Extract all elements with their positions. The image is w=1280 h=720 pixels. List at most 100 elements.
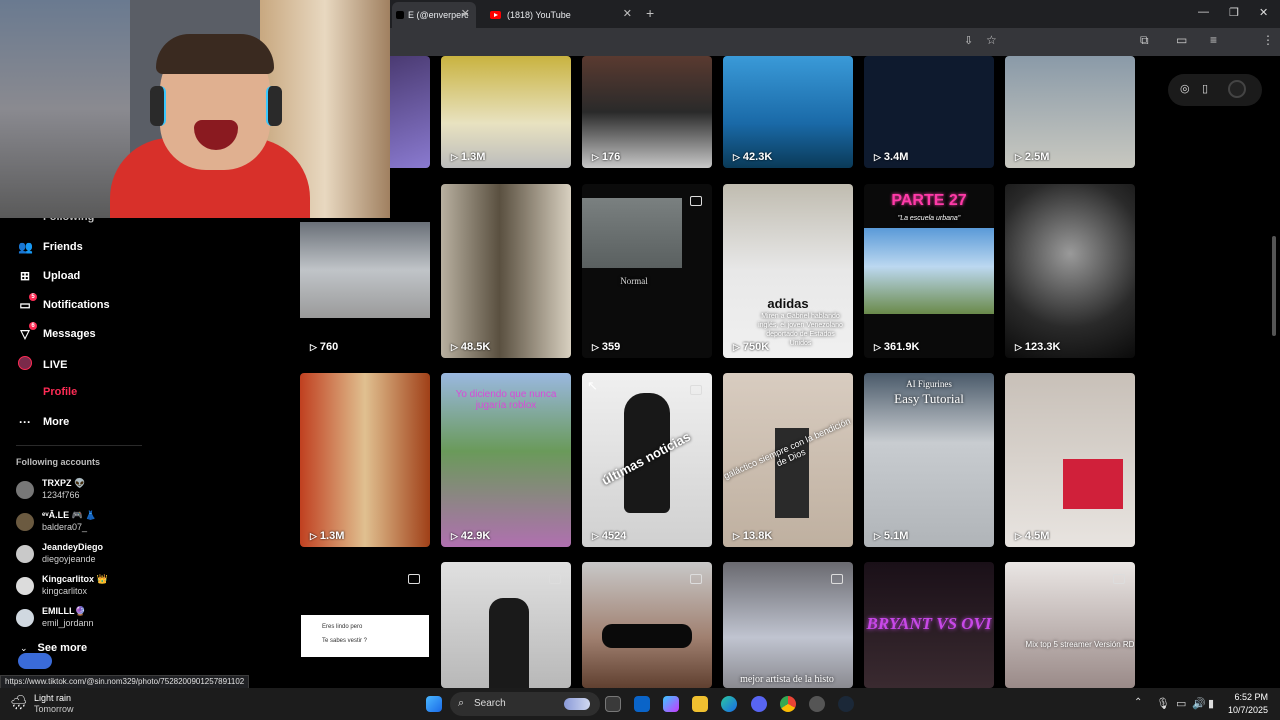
video-card[interactable]: mejor artista de la histo xyxy=(723,562,853,688)
new-tab-button[interactable]: + xyxy=(646,5,654,21)
minimize-button[interactable]: — xyxy=(1198,6,1209,18)
side-panel-icon[interactable]: ▭ xyxy=(1176,33,1187,47)
play-icon: ▷ xyxy=(1015,342,1022,352)
link-status-url: https://www.tiktok.com/@sin.nom329/photo… xyxy=(0,675,250,688)
discord-icon[interactable] xyxy=(751,696,767,712)
video-card[interactable]: Yo diciendo que nunca jugaría roblox ▷ 42… xyxy=(441,373,571,547)
view-count: ▷ 42.9K xyxy=(451,530,490,542)
video-card[interactable]: PARTE 27 "La escuela urbana" ▷ 361.9K xyxy=(864,184,994,358)
sidebar-item-live[interactable]: LIVE xyxy=(18,356,67,373)
taskbar-search[interactable]: ⌕ Search xyxy=(450,692,600,716)
clock-time[interactable]: 6:52 PM xyxy=(1226,692,1268,702)
video-card[interactable]: galáctico siempre con la bendición de Di… xyxy=(723,373,853,547)
maximize-button[interactable]: ❐ xyxy=(1229,6,1239,19)
steam-icon[interactable] xyxy=(838,696,854,712)
task-view-icon[interactable] xyxy=(605,696,621,712)
view-count-value: 4524 xyxy=(601,530,627,542)
close-window-button[interactable]: ✕ xyxy=(1259,6,1268,19)
microphone-icon[interactable]: 🎙 xyxy=(1156,697,1170,710)
chevron-up-icon[interactable]: ⌃ xyxy=(1134,697,1142,708)
floating-controls[interactable]: ◎ ▯ xyxy=(1168,74,1262,106)
outlook-icon[interactable] xyxy=(634,696,650,712)
video-caption: Normal xyxy=(620,276,648,286)
video-card[interactable] xyxy=(441,562,571,688)
video-caption: Mix top 5 streamer Versión RD xyxy=(1025,640,1135,649)
phone-icon[interactable]: ▯ xyxy=(1202,82,1208,95)
browser-menu-icon[interactable]: ⋮ xyxy=(1262,33,1274,47)
video-thumbnail xyxy=(300,222,430,318)
clock-date[interactable]: 10/7/2025 xyxy=(1222,705,1268,715)
volume-icon[interactable]: 🔊 xyxy=(1192,697,1206,710)
video-card[interactable]: ▷ 176 xyxy=(582,56,712,168)
sidebar-item-profile[interactable]: Profile xyxy=(18,386,77,398)
video-subtitle: Te sabes vestir ? xyxy=(322,638,368,644)
play-icon: ▷ xyxy=(1015,531,1022,541)
tab-label: E (@enverperoz xyxy=(408,10,468,20)
app-icon[interactable] xyxy=(809,696,825,712)
video-card[interactable] xyxy=(582,562,712,688)
view-count-value: 2.5M xyxy=(1024,151,1050,163)
sidebar-item-more[interactable]: ··· More xyxy=(18,415,69,429)
video-card[interactable]: ▷ 1.3M xyxy=(300,373,430,547)
webcam-overlay xyxy=(0,0,390,218)
bookmark-star-icon[interactable]: ☆ xyxy=(986,33,997,47)
sidebar-item-notifications[interactable]: ▭ 5 Notifications xyxy=(18,293,110,312)
video-card[interactable]: Normal ▷ 359 xyxy=(582,184,712,358)
weather-condition[interactable]: Light rain xyxy=(34,693,71,703)
view-count: ▷ 361.9K xyxy=(874,341,919,353)
video-card[interactable]: ▷ 123.3K xyxy=(1005,184,1135,358)
tab-tiktok[interactable]: E (@enverperoz ✕ xyxy=(392,2,476,28)
view-count-value: 42.9K xyxy=(460,530,491,542)
video-card[interactable]: ▷ 48.5K xyxy=(441,184,571,358)
view-count-value: 42.3K xyxy=(742,151,773,163)
video-card[interactable]: adidas Miren a Gabriel hablando inglés, … xyxy=(723,184,853,358)
sidebar-item-friends[interactable]: 👥 Friends xyxy=(18,240,83,254)
video-card[interactable]: Eres lindo pero Te sabes vestir ? xyxy=(300,562,430,688)
view-count-value: 4.5M xyxy=(1024,530,1050,542)
record-icon[interactable] xyxy=(1228,80,1246,98)
messages-badge: 6 xyxy=(29,322,37,330)
file-explorer-icon[interactable] xyxy=(692,696,708,712)
page-scrollbar[interactable] xyxy=(1272,236,1276,336)
close-tab-icon[interactable]: ✕ xyxy=(623,7,632,20)
account-name: JeandeyDiego xyxy=(42,542,104,552)
play-icon: ▷ xyxy=(310,342,317,352)
account-handle: diegoyjeande xyxy=(42,554,96,564)
video-card[interactable]: ▷ 2.5M xyxy=(1005,56,1135,168)
tab-youtube[interactable]: (1818) YouTube ✕ xyxy=(484,2,638,28)
video-card[interactable]: AI Figurines Easy Tutorial ▷ 5.1M xyxy=(864,373,994,547)
video-card[interactable]: ▷ 3.4M xyxy=(864,56,994,168)
close-tab-icon[interactable]: ✕ xyxy=(461,7,470,20)
video-card[interactable]: últimas noticias ▷ 4524 xyxy=(582,373,712,547)
compass-icon[interactable]: ◎ xyxy=(1180,82,1190,95)
battery-icon[interactable]: ▮ xyxy=(1208,697,1214,710)
headphones-icon xyxy=(266,86,282,126)
live-icon xyxy=(18,356,32,373)
view-count-value: 760 xyxy=(319,341,339,353)
copilot-icon[interactable] xyxy=(663,696,679,712)
network-icon[interactable]: ▭ xyxy=(1176,697,1186,710)
view-count: ▷ 1.3M xyxy=(451,151,485,163)
view-count: ▷ 4.5M xyxy=(1015,530,1049,542)
chevron-down-icon: ⌄ xyxy=(20,643,28,653)
install-app-icon[interactable]: ⇩ xyxy=(964,34,973,47)
sidebar-item-messages[interactable]: ▽ 6 Messages xyxy=(18,322,96,341)
media-controls-icon[interactable]: ≡ xyxy=(1210,33,1217,47)
video-card[interactable]: ▷ 1.3M xyxy=(441,56,571,168)
tab-label: (1818) YouTube xyxy=(507,10,571,20)
video-thumbnail xyxy=(582,198,682,268)
extensions-puzzle-icon[interactable]: ⧉ xyxy=(1140,33,1149,48)
play-icon: ▷ xyxy=(592,152,599,162)
video-card[interactable]: Mix top 5 streamer Versión RD xyxy=(1005,562,1135,688)
view-count: ▷ 750K xyxy=(733,341,769,353)
windows-start-icon[interactable] xyxy=(426,696,442,712)
floating-widget-icon[interactable] xyxy=(18,653,52,669)
chrome-icon[interactable] xyxy=(780,696,796,712)
video-caption: adidas xyxy=(767,296,809,311)
video-card[interactable]: ▷ 4.5M xyxy=(1005,373,1135,547)
video-card[interactable]: ▷ 42.3K xyxy=(723,56,853,168)
sidebar-item-upload[interactable]: ⊞ Upload xyxy=(18,269,80,283)
youtube-favicon-icon xyxy=(490,11,501,19)
edge-icon[interactable] xyxy=(721,696,737,712)
video-card[interactable]: BRYANT VS OVI xyxy=(864,562,994,688)
